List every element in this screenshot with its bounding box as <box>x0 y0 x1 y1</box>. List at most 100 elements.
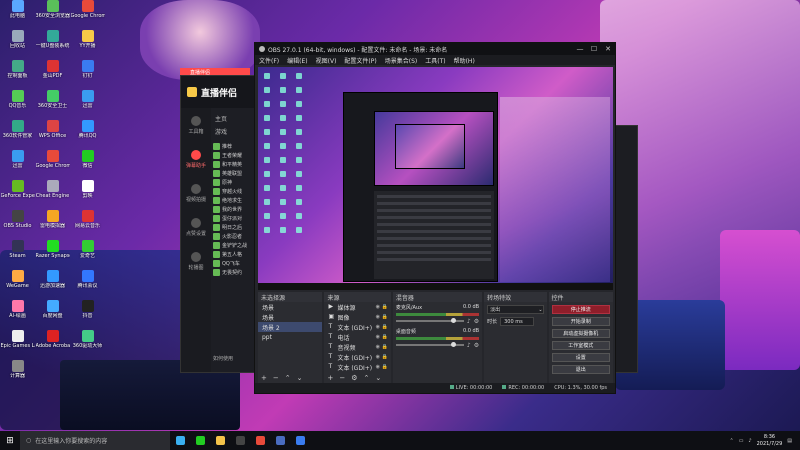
taskbar-app-obs[interactable] <box>230 431 250 450</box>
clock[interactable]: 8:36 2021/7/29 <box>757 434 783 448</box>
scene-item[interactable]: ppt <box>258 332 322 342</box>
taskbar-app-edge[interactable] <box>170 431 190 450</box>
taskbar-app-chrome[interactable] <box>250 431 270 450</box>
start-button[interactable]: ⊞ <box>0 431 20 450</box>
desktop-icon[interactable]: 迅雷 <box>70 90 105 120</box>
desktop-icon[interactable]: 计算器 <box>0 360 35 390</box>
menu-item[interactable]: 帮助(H) <box>454 56 475 65</box>
add-source-button[interactable]: + <box>327 374 333 382</box>
close-button[interactable]: ✕ <box>601 45 615 53</box>
maximize-button[interactable]: ☐ <box>587 45 601 53</box>
remove-source-button[interactable]: − <box>339 374 345 382</box>
fader-track[interactable] <box>395 318 464 323</box>
gear-icon[interactable]: ⚙ <box>474 318 479 325</box>
volume-fader[interactable]: ♪ ⚙ <box>395 318 479 325</box>
fader-knob[interactable] <box>450 342 456 347</box>
start-virtual-camera-button[interactable]: 启动虚拟摄像机 <box>551 329 610 338</box>
scene-item[interactable]: 场景 2 <box>258 322 323 332</box>
desktop-icon[interactable]: AI-绘画 <box>0 300 35 330</box>
desktop-icon[interactable]: WPS Office <box>35 120 70 150</box>
chevron-up-icon[interactable]: ⌃ <box>729 438 733 444</box>
desktop-icon[interactable]: Steam <box>0 240 35 270</box>
helper-bottom-link[interactable]: 如何使用 <box>213 355 233 362</box>
obs-window[interactable]: OBS 27.0.1 (64-bit, windows) - 配置文件: 未命名… <box>254 42 616 394</box>
source-item[interactable]: T 文本 (GDI+) ◉ 🔒 <box>324 352 390 362</box>
desktop-icon[interactable]: 迅雷 <box>0 150 35 180</box>
obs-preview[interactable] <box>258 67 613 290</box>
eye-icon[interactable]: ◉ 🔒 <box>376 334 388 340</box>
desktop-icon[interactable]: OBS Studio <box>0 210 35 240</box>
desktop-icon[interactable]: 360安全浏览器 <box>35 0 70 30</box>
exit-button[interactable]: 退出 <box>551 365 610 374</box>
helper-nav-item[interactable]: 弹幕助手 <box>181 142 211 176</box>
eye-icon[interactable]: ◉ 🔒 <box>376 324 388 330</box>
network-icon[interactable]: ▭ <box>739 438 744 444</box>
desktop-icon[interactable]: 抖音 <box>70 300 105 330</box>
obs-titlebar[interactable]: OBS 27.0.1 (64-bit, windows) - 配置文件: 未命名… <box>255 43 615 55</box>
desktop-icon[interactable]: 网易云音乐 <box>70 210 105 240</box>
desktop-icon[interactable]: Epic Games Launcher <box>0 330 35 360</box>
desktop-icon[interactable]: 爱奇艺 <box>70 240 105 270</box>
desktop-icon[interactable]: 微信 <box>70 150 105 180</box>
add-scene-button[interactable]: + <box>261 374 267 382</box>
desktop-icon[interactable]: 一键U盘装系统 <box>35 30 70 60</box>
desktop-icon[interactable]: 钉钉 <box>70 60 105 90</box>
taskbar-app-file-explorer[interactable] <box>210 431 230 450</box>
stop-streaming-button[interactable]: 停止推流 <box>551 305 610 314</box>
volume-icon[interactable]: ♪ <box>748 438 751 444</box>
source-settings-button[interactable]: ⚙ <box>351 374 357 382</box>
desktop-icon[interactable]: QQ音乐 <box>0 90 35 120</box>
eye-icon[interactable]: ◉ 🔒 <box>376 354 388 360</box>
source-item[interactable]: ▣ 图像 ◉ 🔒 <box>324 312 390 322</box>
menu-item[interactable]: 文件(F) <box>259 56 279 65</box>
transition-select[interactable]: 淡出 ⌄ <box>487 305 544 314</box>
desktop-icon[interactable]: 此电脑 <box>0 0 35 30</box>
eye-icon[interactable]: ◉ 🔒 <box>376 314 388 320</box>
taskbar-search[interactable]: ○ 在这里输入你要搜索的内容 <box>20 431 170 450</box>
taskbar-app-wechat[interactable] <box>190 431 210 450</box>
desktop-icon[interactable]: WeGame <box>0 270 35 300</box>
taskbar-app-steam[interactable] <box>270 431 290 450</box>
move-up-button[interactable]: ⌃ <box>285 374 291 382</box>
speaker-icon[interactable]: ♪ <box>467 342 471 349</box>
desktop-icon[interactable]: Google Chrome <box>35 150 70 180</box>
desktop-icon[interactable]: Cheat Engine <box>35 180 70 210</box>
desktop-icon[interactable]: 雷电模拟器 <box>35 210 70 240</box>
desktop-icon[interactable]: 金山PDF <box>35 60 70 90</box>
move-up-button[interactable]: ⌃ <box>363 374 369 382</box>
taskbar-app-app[interactable] <box>290 431 310 450</box>
move-down-button[interactable]: ⌄ <box>375 374 381 382</box>
desktop-icon[interactable]: 剪映 <box>70 180 105 210</box>
desktop-icon[interactable]: GeForce Experience <box>0 180 35 210</box>
desktop-icon[interactable]: Razer Synapse <box>35 240 70 270</box>
desktop-icon[interactable]: 百度网盘 <box>35 300 70 330</box>
source-item[interactable]: T 电话 ◉ 🔒 <box>324 332 390 342</box>
desktop-icon[interactable]: YY开播 <box>70 30 105 60</box>
source-item[interactable]: T 文本 (GDI+) ◉ 🔒 <box>324 362 390 372</box>
fader-knob[interactable] <box>450 318 456 323</box>
helper-nav-item[interactable]: 轮播图 <box>181 244 211 278</box>
source-item[interactable]: ▶ 媒体源 ◉ 🔒 <box>324 302 390 312</box>
source-item[interactable]: T 音视频 ◉ 🔒 <box>324 342 390 352</box>
desktop-icon[interactable]: 腾讯会议 <box>70 270 105 300</box>
eye-icon[interactable]: ◉ 🔒 <box>376 304 388 310</box>
source-item[interactable]: T 文本 (GDI+) ◉ 🔒 <box>324 322 390 332</box>
helper-nav-item[interactable]: 工具箱 <box>181 108 211 142</box>
eye-icon[interactable]: ◉ 🔒 <box>376 364 388 370</box>
gear-icon[interactable]: ⚙ <box>474 342 479 349</box>
eye-icon[interactable]: ◉ 🔒 <box>376 344 388 350</box>
menu-item[interactable]: 工具(T) <box>425 56 445 65</box>
desktop-icon[interactable]: 360驱动大师 <box>70 330 105 360</box>
speaker-icon[interactable]: ♪ <box>467 318 471 325</box>
menu-item[interactable]: 场景集合(S) <box>385 56 418 65</box>
remove-scene-button[interactable]: − <box>273 374 279 382</box>
desktop-icon[interactable]: 迅游加速器 <box>35 270 70 300</box>
notification-icon[interactable]: ▤ <box>787 438 792 444</box>
studio-mode-button[interactable]: 工作室模式 <box>551 341 610 350</box>
helper-nav-item[interactable]: 视频拍摄 <box>181 176 211 210</box>
menu-item[interactable]: 视图(V) <box>316 56 337 65</box>
move-down-button[interactable]: ⌄ <box>297 374 303 382</box>
volume-fader[interactable]: ♪ ⚙ <box>395 342 479 349</box>
menu-item[interactable]: 编辑(E) <box>287 56 307 65</box>
start-recording-button[interactable]: 开始录制 <box>551 317 610 326</box>
